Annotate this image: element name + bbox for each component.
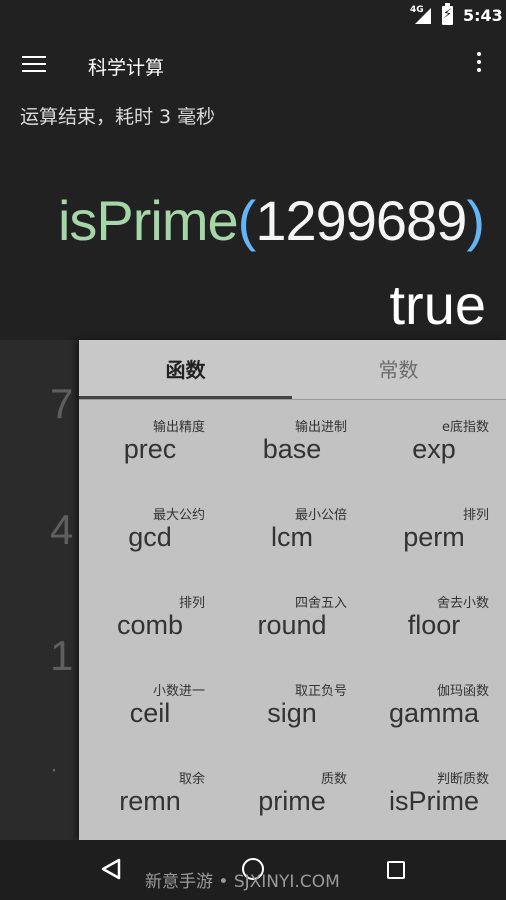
expression-open-paren: ( [237,189,257,252]
function-key-lcm[interactable]: 最小公倍 lcm [221,488,363,576]
function-key-sign[interactable]: 取正负号 sign [221,664,363,752]
function-key-name: sign [267,698,317,728]
function-key-gcd[interactable]: 最大公约 gcd [79,488,221,576]
function-key-label: 舍去小数 [436,596,489,611]
function-key-name: comb [116,610,184,640]
function-key-ceil[interactable]: 小数进一 ceil [79,664,221,752]
function-key-label: 输出进制 [294,420,347,435]
function-key-exp[interactable]: e底指数 exp [363,400,505,488]
function-key-label: 最小公倍 [294,508,347,523]
function-key-name: isPrime [388,786,479,816]
signal-icon [415,8,431,24]
function-key-name: lcm [271,522,313,552]
expression-display[interactable]: isPrime(1299689) [57,188,485,253]
function-key-name: floor [407,610,461,640]
decimal-point-key[interactable]: · [50,756,58,784]
function-key-base[interactable]: 输出进制 base [221,400,363,488]
function-key-label: 排列 [462,508,489,523]
function-key-name: prime [258,786,326,816]
function-key-prime[interactable]: 质数 prime [221,752,363,840]
panel-tabs: 函数 常数 [79,340,506,400]
result-display: true [389,273,487,336]
battery-icon: ⚡ [442,3,453,25]
digit-key-7[interactable]: 7 [50,380,73,428]
function-key-gamma[interactable]: 伽玛函数 gamma [363,664,505,752]
watermark-text: 新意手游 • SJXINYI.COM [145,872,340,892]
calc-status-text: 运算结束，耗时 3 毫秒 [20,106,216,128]
function-key-label: 排列 [178,596,205,611]
function-key-name: round [257,610,327,640]
function-key-name: prec [123,434,177,464]
function-key-floor[interactable]: 舍去小数 floor [363,576,505,664]
function-key-name: ceil [129,698,171,728]
function-key-comb[interactable]: 排列 comb [79,576,221,664]
app-toolbar: 科学计算 [0,32,506,98]
charging-bolt-icon: ⚡ [443,7,453,22]
function-panel: 函数 常数 输出精度 prec 输出进制 base e底指数 exp 最大公约 gcd … [79,340,506,840]
function-key-round[interactable]: 四舍五入 round [221,576,363,664]
status-bar: 4G ⚡ 5:43 [0,0,506,32]
function-key-prec[interactable]: 输出精度 prec [79,400,221,488]
function-key-name: base [262,434,322,464]
app-title: 科学计算 [88,57,165,79]
function-key-label: 取余 [178,772,205,787]
tab-functions[interactable]: 函数 [79,340,292,400]
function-key-label: e底指数 [442,420,489,435]
function-key-name: gamma [388,698,480,728]
recents-square-icon[interactable] [387,861,405,879]
function-key-name: gcd [128,522,172,552]
more-vert-icon[interactable] [472,52,486,78]
function-key-name: remn [119,786,181,816]
function-key-name: perm [403,522,465,552]
expression-argument: 1299689 [255,189,467,252]
function-key-isprime[interactable]: 判断质数 isPrime [363,752,505,840]
function-key-label: 小数进一 [152,684,205,699]
clock: 5:43 [463,6,503,25]
expression-close-paren: ) [466,189,485,252]
digit-key-4[interactable]: 4 [50,506,73,554]
function-key-label: 质数 [320,772,347,787]
function-key-label: 判断质数 [436,772,489,787]
function-key-label: 输出精度 [152,420,205,435]
back-triangle-icon[interactable] [100,858,122,880]
function-key-label: 伽玛函数 [436,684,489,699]
function-key-perm[interactable]: 排列 perm [363,488,505,576]
function-key-name: exp [412,434,456,464]
expression-function: isPrime [57,189,239,252]
tab-constants[interactable]: 常数 [292,340,505,400]
system-nav-bar: 新意手游 • SJXINYI.COM [0,840,506,900]
function-key-label: 四舍五入 [294,596,347,611]
hamburger-menu-icon[interactable] [22,56,46,74]
digit-key-1[interactable]: 1 [50,632,73,680]
function-key-label: 取正负号 [294,684,347,699]
function-key-remn[interactable]: 取余 remn [79,752,221,840]
function-key-label: 最大公约 [152,508,205,523]
